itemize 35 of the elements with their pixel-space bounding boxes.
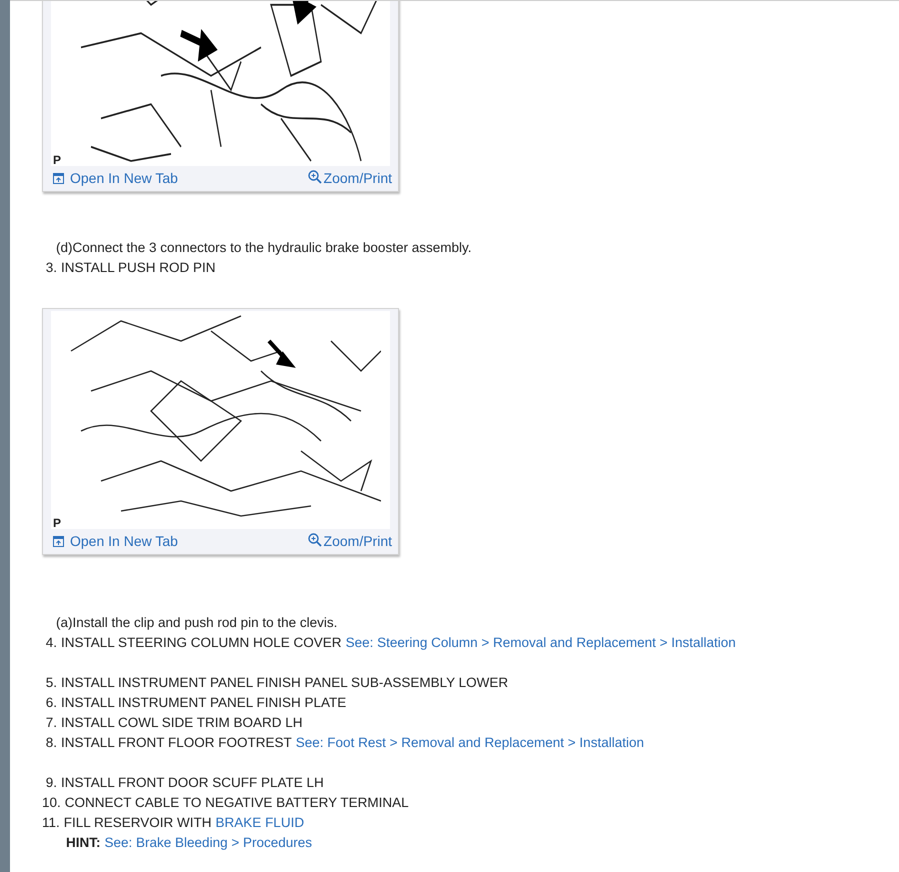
open-in-new-tab-link[interactable]: Open In New Tab — [53, 533, 178, 550]
step-text: INSTALL FRONT FLOOR FOOTREST — [61, 734, 292, 752]
new-tab-icon — [53, 173, 64, 184]
step-text: INSTALL FRONT DOOR SCUFF PLATE LH — [61, 774, 324, 792]
zoom-in-icon — [308, 170, 322, 184]
step-number: 8. — [44, 734, 57, 752]
open-in-new-tab-link[interactable]: Open In New Tab — [53, 170, 178, 187]
reference-link[interactable]: See: Steering Column > Removal and Replacement > Installation — [346, 633, 736, 653]
step-number: 3. — [44, 259, 57, 277]
zoom-in-icon — [308, 533, 322, 547]
reference-link[interactable]: BRAKE FLUID — [216, 813, 304, 833]
step-number: 6. — [44, 694, 57, 712]
step-text: INSTALL COWL SIDE TRIM BOARD LH — [61, 714, 303, 732]
new-tab-icon — [53, 536, 64, 547]
zoom-print-link[interactable]: Zoom/Print — [308, 170, 392, 187]
step-number: 7. — [44, 714, 57, 732]
reference-link[interactable]: See: Brake Bleeding > Procedures — [104, 833, 312, 853]
step-text: INSTALL INSTRUMENT PANEL FINISH PANEL SUB-ASSEMBLY LOWER — [61, 674, 508, 692]
step-text: INSTALL INSTRUMENT PANEL FINISH PLATE — [61, 694, 346, 712]
step-number: 10. — [42, 794, 61, 812]
zoom-print-link[interactable]: Zoom/Print — [308, 533, 392, 550]
step-number: 11. — [42, 814, 60, 832]
figure-label: P — [53, 517, 62, 529]
step-text: CONNECT CABLE TO NEGATIVE BATTERY TERMINAL — [64, 794, 409, 812]
step-text: FILL RESERVOIR WITH — [64, 814, 212, 832]
step-number: 5. — [44, 674, 57, 692]
step-text: INSTALL PUSH ROD PIN — [61, 259, 216, 277]
step-detail-text: (a)Install the clip and push rod pin to the clevis. — [55, 614, 338, 632]
step-text: INSTALL STEERING COLUMN HOLE COVER — [61, 634, 342, 652]
figure-label: P — [53, 154, 62, 166]
step-number: 9. — [44, 774, 57, 792]
reference-link[interactable]: See: Foot Rest > Removal and Replacement > Installation — [296, 733, 644, 753]
step-number: 4. — [44, 634, 57, 652]
step-detail-text: (d)Connect the 3 connectors to the hydraulic brake booster assembly. — [55, 239, 472, 257]
hint-label: HINT: — [66, 834, 100, 852]
